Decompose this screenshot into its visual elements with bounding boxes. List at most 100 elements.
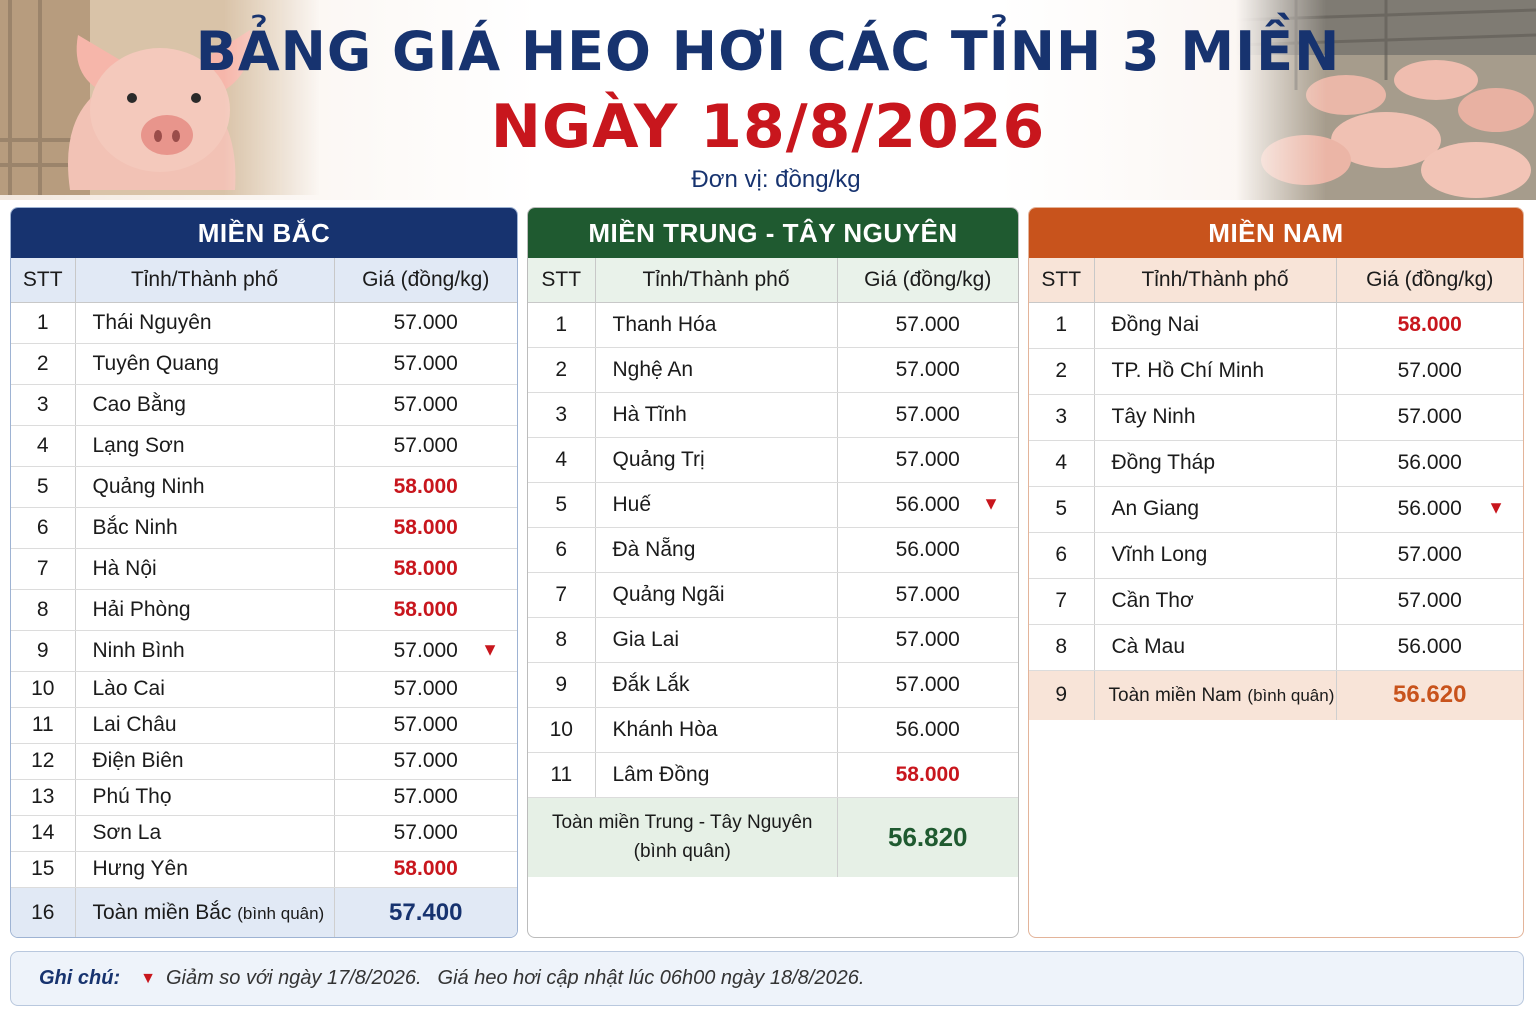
col-header-stt: STT — [11, 258, 76, 303]
row-stt: 8 — [528, 617, 596, 663]
table-row: 10 Lào Cai 57.000 — [11, 671, 517, 708]
unit-label: Đơn vị: đồng/kg — [691, 166, 861, 193]
row-stt: 7 — [1029, 578, 1095, 625]
table-row: 5 An Giang 56.000 ▼ — [1029, 486, 1523, 533]
row-stt: 4 — [11, 425, 76, 467]
row-stt: 14 — [11, 815, 76, 852]
row-province: Quảng Ninh — [75, 466, 335, 508]
average-row-mien-nam: 9 Toàn miền Nam (bình quân) 56.620 — [1029, 670, 1523, 720]
row-province: Hưng Yên — [75, 851, 335, 888]
row-price: 56.000 — [1336, 624, 1523, 671]
table-row: 8 Hải Phòng 58.000 — [11, 589, 517, 631]
row-stt: 3 — [528, 392, 596, 438]
row-province: Quảng Trị — [595, 437, 838, 483]
row-province: Sơn La — [75, 815, 335, 852]
header-banner: BẢNG GIÁ HEO HƠI CÁC TỈNH 3 MIỀN NGÀY 18… — [0, 0, 1536, 200]
table-row: 9 Đắk Lắk 57.000 — [528, 662, 1018, 708]
col-header-province: Tỉnh/Thành phố — [1094, 258, 1337, 303]
table-row: 4 Quảng Trị 57.000 — [528, 437, 1018, 483]
row-stt: 8 — [11, 589, 76, 631]
price-table-mien-trung: STT Tỉnh/Thành phố Giá (đồng/kg) 1 Thanh … — [528, 258, 1018, 877]
row-province: Đồng Tháp — [1094, 440, 1337, 487]
average-label: Toàn miền Trung - Tây Nguyên — [551, 812, 813, 834]
row-stt: 3 — [1029, 394, 1095, 441]
col-header-stt: STT — [528, 258, 596, 303]
row-province: Tuyên Quang — [75, 343, 335, 385]
row-price: 57.000 — [334, 671, 517, 708]
row-price: 57.000 — [334, 779, 517, 816]
row-stt: 5 — [1029, 486, 1095, 533]
row-stt: 2 — [1029, 348, 1095, 395]
down-triangle-icon: ▼ — [481, 638, 499, 659]
row-province: Cà Mau — [1094, 624, 1337, 671]
row-price: 57.000 — [1336, 578, 1523, 625]
row-stt: 1 — [528, 302, 596, 348]
table-row: 4 Lạng Sơn 57.000 — [11, 425, 517, 467]
average-label: Toàn miền Nam — [1108, 685, 1242, 707]
row-price-cell: 56.000 ▼ — [1336, 486, 1523, 533]
table-row: 10 Khánh Hòa 56.000 — [528, 707, 1018, 753]
row-price: 57.000 — [334, 815, 517, 852]
table-row: 5 Quảng Ninh 58.000 — [11, 466, 517, 508]
row-province: Thanh Hóa — [595, 302, 838, 348]
table-row: 7 Cần Thơ 57.000 — [1029, 578, 1523, 625]
row-price-cell: 57.000 ▼ — [334, 630, 517, 672]
panel-mien-trung: MIỀN TRUNG - TÂY NGUYÊN STT Tỉnh/Thành p… — [527, 207, 1019, 938]
average-note: (bình quân) — [1247, 686, 1335, 706]
row-stt: 11 — [11, 707, 76, 744]
row-province: Thái Nguyên — [75, 302, 335, 344]
table-row: 3 Tây Ninh 57.000 — [1029, 394, 1523, 441]
average-note: (bình quân) — [237, 903, 325, 923]
row-price: 57.000 — [334, 707, 517, 744]
row-province: Cao Bằng — [75, 384, 335, 426]
average-note: (bình quân) — [633, 841, 731, 863]
table-header-row: STT Tỉnh/Thành phố Giá (đồng/kg) — [1029, 258, 1523, 303]
note-text-decrease: Giảm so với ngày 17/8/2026. — [165, 967, 422, 989]
table-header-row: STT Tỉnh/Thành phố Giá (đồng/kg) — [528, 258, 1018, 303]
row-stt: 9 — [528, 662, 596, 708]
row-province: Phú Thọ — [75, 779, 335, 816]
row-price: 57.000 — [1336, 532, 1523, 579]
panel-title-mien-bac: MIỀN BẮC — [11, 208, 517, 258]
panel-title-mien-nam: MIỀN NAM — [1029, 208, 1523, 258]
row-price: 58.000 — [837, 752, 1018, 798]
row-stt: 3 — [11, 384, 76, 426]
row-stt: 6 — [528, 527, 596, 573]
row-stt: 15 — [11, 851, 76, 888]
price-table-mien-nam: STT Tỉnh/Thành phố Giá (đồng/kg) 1 Đồng N… — [1029, 258, 1523, 720]
table-row: 1 Đồng Nai 58.000 — [1029, 302, 1523, 349]
table-row: 14 Sơn La 57.000 — [11, 815, 517, 852]
table-row: 2 TP. Hồ Chí Minh 57.000 — [1029, 348, 1523, 395]
table-row: 5 Huế 56.000 ▼ — [528, 482, 1018, 528]
row-stt: 9 — [1029, 670, 1095, 720]
row-price: 58.000 — [334, 466, 517, 508]
note-text-update: Giá heo hơi cập nhật lúc 06h00 ngày 18/8… — [437, 967, 865, 989]
row-price: 56.000 — [1336, 440, 1523, 487]
panel-mien-bac: MIỀN BẮC STT Tỉnh/Thành phố Giá (đồng/kg… — [10, 207, 518, 938]
table-row: 1 Thái Nguyên 57.000 — [11, 302, 517, 344]
row-province: An Giang — [1094, 486, 1337, 533]
page-date: NGÀY 18/8/2026 — [490, 92, 1046, 162]
table-row: 2 Nghệ An 57.000 — [528, 347, 1018, 393]
average-label-cell: Toàn miền Bắc (bình quân) — [75, 887, 335, 937]
row-price: 57.000 — [837, 392, 1018, 438]
row-price: 58.000 — [1336, 302, 1523, 349]
row-price: 57.000 — [334, 343, 517, 385]
row-province: Vĩnh Long — [1094, 532, 1337, 579]
note-label: Ghi chú: — [39, 967, 121, 989]
table-row: 6 Đà Nẵng 56.000 — [528, 527, 1018, 573]
table-row: 15 Hưng Yên 58.000 — [11, 851, 517, 888]
row-stt: 9 — [11, 630, 76, 672]
price-table-mien-bac: STT Tỉnh/Thành phố Giá (đồng/kg) 1 Thái N… — [11, 258, 517, 937]
row-province: Nghệ An — [595, 347, 838, 393]
table-row: 3 Cao Bằng 57.000 — [11, 384, 517, 426]
row-price: 56.000 — [895, 492, 960, 516]
table-row: 8 Cà Mau 56.000 — [1029, 624, 1523, 671]
row-province: Lạng Sơn — [75, 425, 335, 467]
row-province: Tây Ninh — [1094, 394, 1337, 441]
row-province: Lai Châu — [75, 707, 335, 744]
down-triangle-icon: ▼ — [982, 492, 1000, 513]
row-price: 58.000 — [334, 589, 517, 631]
row-price: 57.000 — [393, 638, 458, 662]
table-row: 3 Hà Tĩnh 57.000 — [528, 392, 1018, 438]
